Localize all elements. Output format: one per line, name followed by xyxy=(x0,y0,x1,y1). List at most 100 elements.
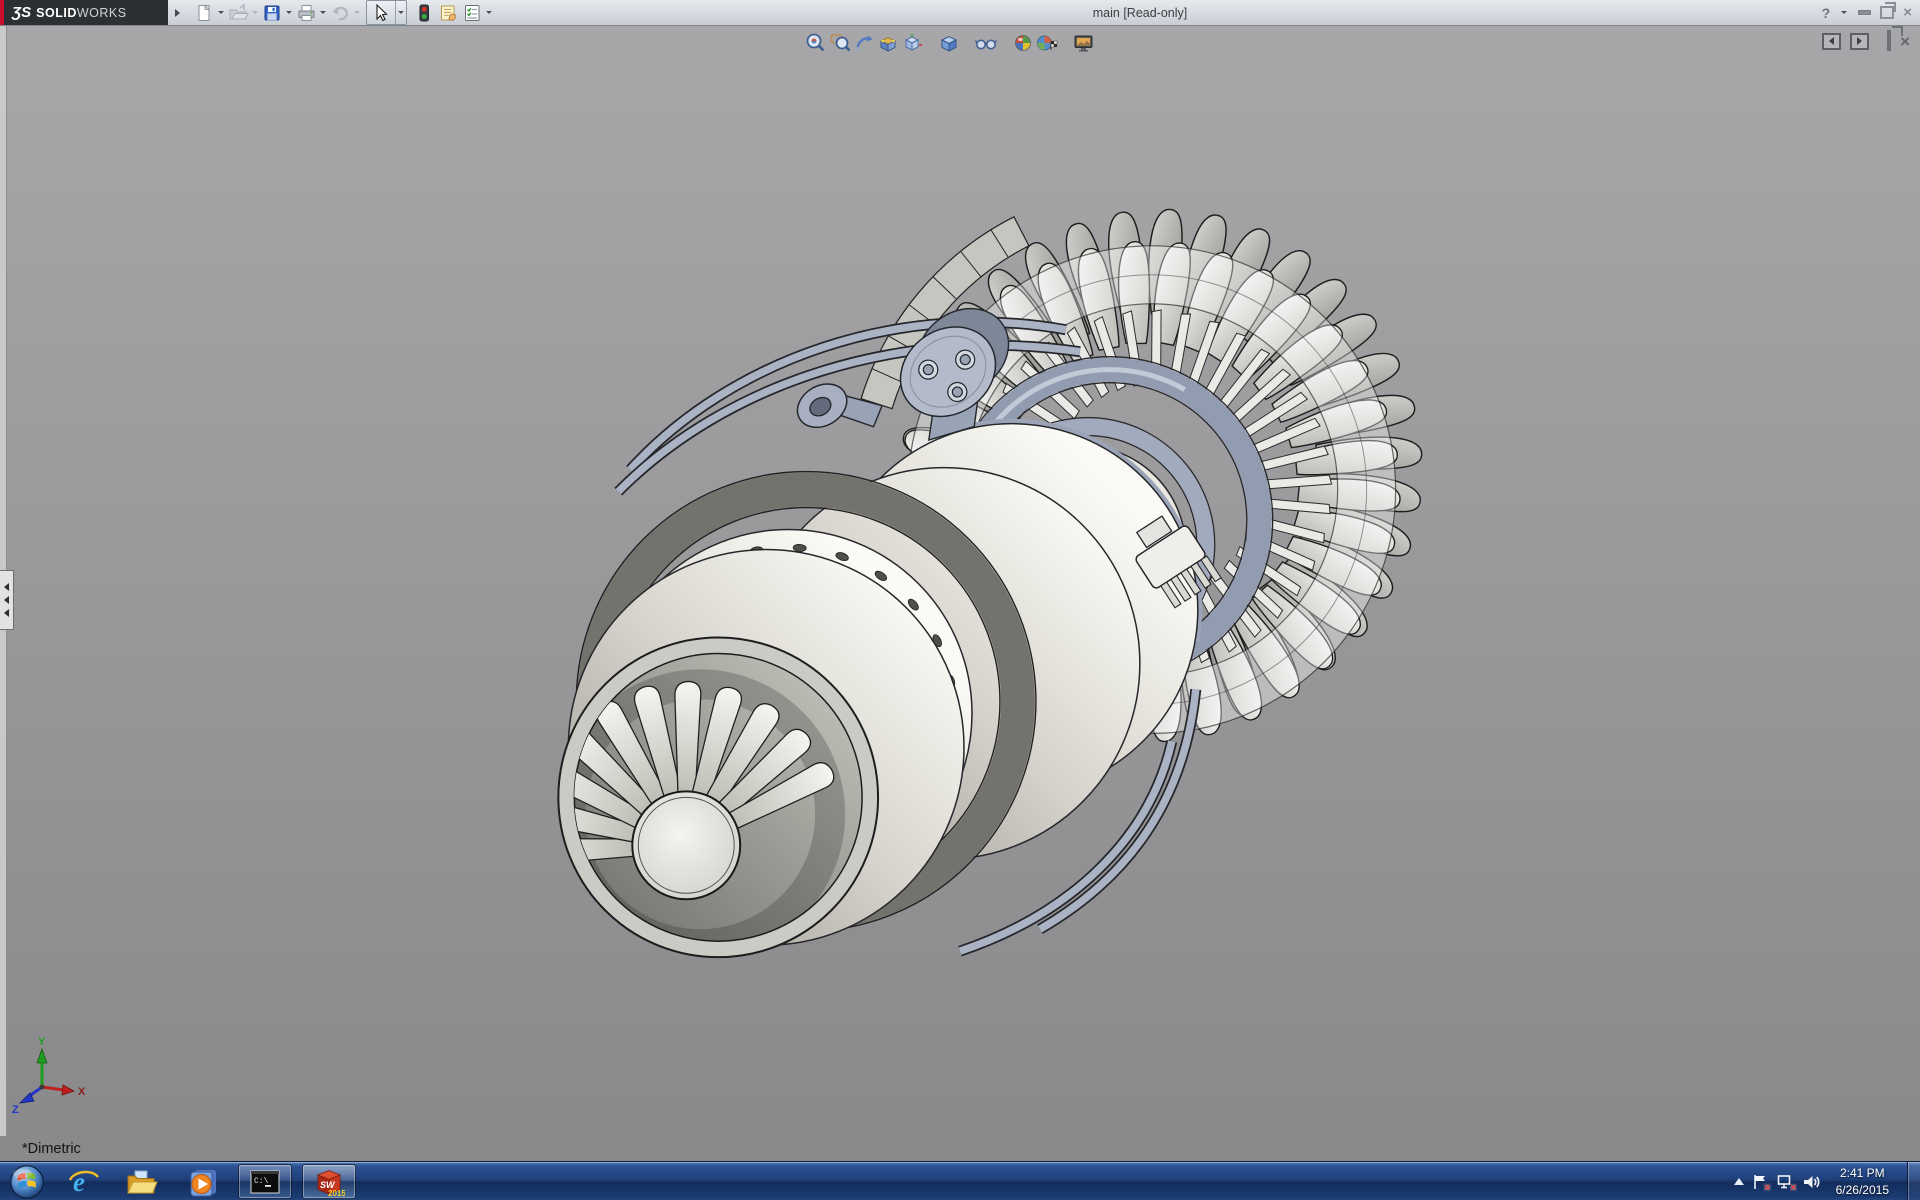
appearance-sphere-icon xyxy=(1015,35,1031,51)
clock-time: 2:41 PM xyxy=(1839,1166,1885,1181)
minimize-button[interactable] xyxy=(1858,10,1872,15)
view-settings-icon xyxy=(1074,35,1093,52)
error-badge: × xyxy=(1764,1181,1771,1194)
restore-button[interactable] xyxy=(1880,2,1897,19)
taskbar-media-player[interactable] xyxy=(182,1162,222,1200)
speaker-icon xyxy=(1803,1175,1820,1188)
command-prompt-icon: C:\ xyxy=(250,1170,280,1193)
select-dropdown[interactable] xyxy=(395,1,406,24)
network-status-icon[interactable]: × xyxy=(1776,1173,1797,1194)
select-cursor-icon xyxy=(376,3,388,21)
solidworks-logo: ƷS SOLID WORKS xyxy=(4,0,168,25)
rebuild-traffic-light-icon xyxy=(419,4,429,21)
feature-manager-expand-tab[interactable] xyxy=(0,570,14,630)
show-desktop-button[interactable] xyxy=(1907,1162,1920,1200)
undo-dropdown[interactable] xyxy=(352,1,362,24)
taskbar-windows-explorer[interactable] xyxy=(122,1162,162,1200)
new-document-button[interactable] xyxy=(192,1,216,24)
svg-text:2015: 2015 xyxy=(328,1189,345,1198)
menu-expand-icon[interactable] xyxy=(175,8,180,17)
help-dropdown[interactable] xyxy=(1839,1,1849,24)
clock-date: 6/26/2015 xyxy=(1835,1182,1889,1197)
zoom-to-area-button[interactable] xyxy=(828,31,852,55)
expand-arrow-icon xyxy=(4,583,9,591)
display-style-button[interactable] xyxy=(937,31,961,55)
svg-text:Y: Y xyxy=(38,1036,46,1048)
expand-arrow-icon xyxy=(4,596,9,604)
taskbar-internet-explorer[interactable]: e xyxy=(64,1162,104,1200)
display-style-icon xyxy=(940,35,958,52)
volume-icon[interactable] xyxy=(1802,1173,1822,1191)
window-controls: ? × xyxy=(1822,0,1912,25)
section-view-icon xyxy=(879,36,897,52)
undo-button[interactable] xyxy=(328,1,352,24)
select-tool-group xyxy=(366,0,407,25)
view-orientation-button[interactable] xyxy=(900,31,924,55)
open-button[interactable] xyxy=(226,1,250,24)
solidworks-2015-icon: SW 2015 xyxy=(316,1169,345,1198)
start-button[interactable] xyxy=(4,1162,50,1200)
edit-appearance-button[interactable] xyxy=(1011,31,1035,55)
eyeglasses-icon xyxy=(974,39,998,50)
open-icon xyxy=(229,2,249,19)
document-window-controls: × xyxy=(1822,30,1910,51)
help-button[interactable]: ? xyxy=(1822,5,1831,21)
pane-right-icon[interactable] xyxy=(1850,32,1870,50)
select-button[interactable] xyxy=(367,1,395,24)
action-center-icon[interactable]: × xyxy=(1752,1173,1771,1194)
undo-icon xyxy=(332,6,348,20)
section-view-button[interactable] xyxy=(876,31,900,55)
graphics-viewport[interactable]: × Y X Z *Dimetric xyxy=(0,26,1920,1161)
rebuild-button[interactable] xyxy=(412,1,436,24)
new-document-dropdown[interactable] xyxy=(216,1,226,24)
view-orientation-icon xyxy=(904,34,922,51)
save-button[interactable] xyxy=(260,1,284,24)
save-icon xyxy=(264,5,280,20)
open-dropdown[interactable] xyxy=(250,1,260,24)
solidworks-window: ƷS SOLID WORKS main [Read-only] ? × × Y … xyxy=(0,0,1920,1200)
previous-view-button[interactable] xyxy=(852,31,876,55)
file-properties-button[interactable] xyxy=(436,1,460,24)
options-icon xyxy=(465,4,480,21)
chevron-up-icon xyxy=(1733,1178,1744,1185)
title-bar: ƷS SOLID WORKS main [Read-only] ? × xyxy=(0,0,1920,26)
system-tray: × × 2:41 PM 6/26/2015 xyxy=(1733,1162,1907,1200)
expand-arrow-icon xyxy=(4,609,9,617)
print-dropdown[interactable] xyxy=(318,1,328,24)
taskbar-command-prompt[interactable]: C:\ xyxy=(238,1164,292,1199)
document-title: main [Read-only] xyxy=(1092,5,1188,20)
taskbar: e C:\ SW 2015 × × 2:41 PM 6/26/2015 xyxy=(0,1161,1920,1200)
ds-logo-glyph: ƷS xyxy=(12,4,32,21)
network-error-badge: × xyxy=(1790,1181,1797,1194)
print-button[interactable] xyxy=(294,1,318,24)
view-orientation-label: *Dimetric xyxy=(22,1141,81,1157)
pane-left-icon[interactable] xyxy=(1822,32,1842,50)
print-icon xyxy=(298,4,314,21)
hidden-icons-button[interactable] xyxy=(1733,1178,1744,1185)
windows-start-icon xyxy=(10,1164,44,1199)
folder-icon xyxy=(127,1170,158,1193)
close-icon: × xyxy=(1903,4,1912,21)
view-settings-button[interactable] xyxy=(1072,31,1096,55)
zoom-to-area-icon xyxy=(830,34,851,52)
svg-text:Z: Z xyxy=(12,1104,19,1116)
apply-scene-button[interactable] xyxy=(1035,31,1059,55)
apply-scene-icon xyxy=(1037,35,1058,51)
hide-show-items-button[interactable] xyxy=(974,31,998,55)
reference-triad: Y X Z xyxy=(12,1036,86,1116)
doc-restore-button[interactable] xyxy=(1887,30,1892,51)
taskbar-clock[interactable]: 2:41 PM 6/26/2015 xyxy=(1836,1165,1889,1197)
save-dropdown[interactable] xyxy=(284,1,294,24)
minimize-icon xyxy=(1858,10,1872,15)
media-player-icon xyxy=(190,1169,216,1196)
zoom-to-fit-button[interactable] xyxy=(804,31,828,55)
svg-text:X: X xyxy=(78,1086,86,1098)
close-button[interactable]: × xyxy=(1903,5,1912,20)
options-button[interactable] xyxy=(460,1,484,24)
file-properties-icon xyxy=(440,5,457,21)
taskbar-solidworks[interactable]: SW 2015 xyxy=(302,1164,356,1199)
new-document-icon xyxy=(198,4,210,21)
options-dropdown[interactable] xyxy=(484,1,494,24)
svg-text:C:\: C:\ xyxy=(254,1177,269,1186)
internet-explorer-icon: e xyxy=(68,1167,99,1197)
